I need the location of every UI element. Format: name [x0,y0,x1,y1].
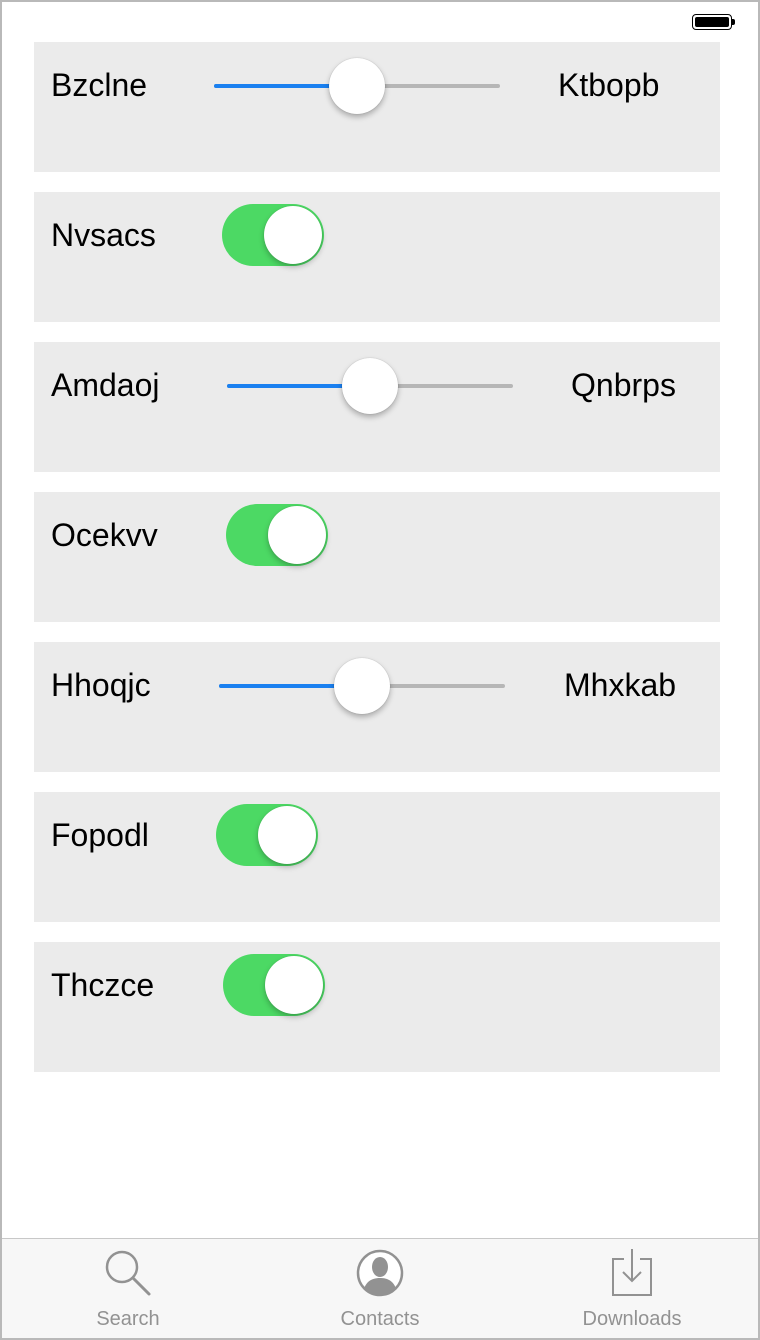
row-label: Ocekvv [51,517,158,553]
slider-max-label: Mhxkab [564,667,677,703]
settings-row-toggle: Ocekvv [34,492,720,622]
slider-control[interactable] [219,656,505,716]
row-label: Bzclne [51,67,148,103]
row-label: Fopodl [51,817,149,853]
settings-row-toggle: Thczce [34,942,720,1072]
toggle-knob [268,506,326,564]
settings-row-toggle: Fopodl [34,792,720,922]
settings-row-toggle: Nvsacs [34,192,720,322]
row-label: Hhoqjc [51,667,151,703]
tab-contacts[interactable]: Contacts [254,1239,506,1338]
toggle-switch[interactable] [223,954,325,1016]
tab-downloads[interactable]: Downloads [506,1239,758,1338]
toggle-knob [258,806,316,864]
battery-icon [692,14,736,32]
settings-row-slider: Amdaoj Qnbrps [34,342,720,472]
row-label: Nvsacs [51,217,156,253]
toggle-knob [265,956,323,1014]
tab-label: Contacts [340,1308,420,1330]
row-label: Amdaoj [51,367,160,403]
toggle-knob [264,206,322,264]
row-label: Thczce [51,967,155,1003]
tab-label: Search [96,1308,160,1330]
slider-thumb[interactable] [329,58,385,114]
tab-bar: Search Contacts Downloads [2,1238,758,1338]
search-icon [105,1250,151,1296]
slider-thumb[interactable] [334,658,390,714]
slider-max-label: Ktbopb [558,67,660,103]
contacts-icon [356,1249,404,1297]
slider-thumb[interactable] [342,358,398,414]
downloads-icon [612,1249,652,1296]
tab-label: Downloads [582,1308,682,1330]
slider-control[interactable] [214,56,500,116]
toggle-switch[interactable] [216,804,318,866]
app-screen: Bzclne Ktbopb Nvsacs Amdaoj Qnbrps Ocekv… [0,0,760,1340]
settings-row-slider: Bzclne Ktbopb [34,42,720,172]
slider-control[interactable] [227,356,513,416]
tab-search[interactable]: Search [2,1239,254,1338]
slider-max-label: Qnbrps [571,367,676,403]
settings-row-slider: Hhoqjc Mhxkab [34,642,720,772]
toggle-switch[interactable] [222,204,324,266]
toggle-switch[interactable] [226,504,328,566]
